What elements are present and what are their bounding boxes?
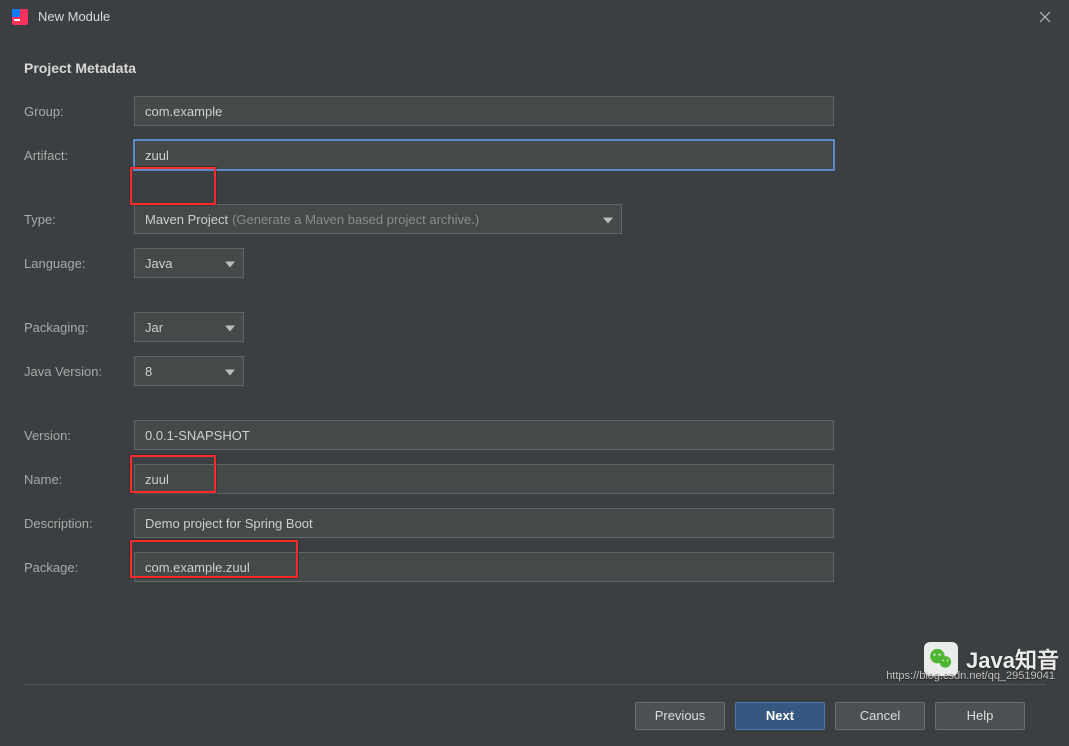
type-hint: (Generate a Maven based project archive.…	[232, 212, 479, 227]
language-select[interactable]: Java	[134, 248, 244, 278]
new-module-dialog: New Module Project Metadata Group: Artif…	[0, 0, 1069, 746]
packaging-select[interactable]: Jar	[134, 312, 244, 342]
window-title: New Module	[38, 9, 110, 24]
version-label: Version:	[24, 428, 134, 443]
package-input[interactable]	[134, 552, 834, 582]
chevron-down-icon	[225, 320, 235, 335]
section-title: Project Metadata	[24, 60, 1045, 76]
language-value: Java	[145, 256, 172, 271]
java-version-label: Java Version:	[24, 364, 134, 379]
version-input[interactable]	[134, 420, 834, 450]
group-input[interactable]	[134, 96, 834, 126]
java-version-value: 8	[145, 364, 152, 379]
watermark: Java知音	[924, 642, 1059, 676]
titlebar: New Module	[0, 0, 1069, 34]
java-version-select[interactable]: 8	[134, 356, 244, 386]
type-label: Type:	[24, 212, 134, 227]
chevron-down-icon	[603, 212, 613, 227]
cancel-button[interactable]: Cancel	[835, 702, 925, 730]
group-label: Group:	[24, 104, 134, 119]
chevron-down-icon	[225, 256, 235, 271]
close-button[interactable]	[1033, 5, 1057, 29]
intellij-icon	[12, 9, 28, 25]
metadata-form: Group: Artifact: Type: Maven Project (Ge…	[24, 96, 1045, 582]
close-icon	[1039, 11, 1051, 23]
type-select[interactable]: Maven Project (Generate a Maven based pr…	[134, 204, 622, 234]
watermark-subtext: https://blog.csdn.net/qq_29519041	[886, 670, 1055, 682]
language-label: Language:	[24, 256, 134, 271]
wechat-icon	[924, 642, 958, 676]
packaging-value: Jar	[145, 320, 163, 335]
artifact-input[interactable]	[134, 140, 834, 170]
previous-button[interactable]: Previous	[635, 702, 725, 730]
package-label: Package:	[24, 560, 134, 575]
dialog-footer: Previous Next Cancel Help	[24, 684, 1045, 746]
next-button[interactable]: Next	[735, 702, 825, 730]
name-label: Name:	[24, 472, 134, 487]
packaging-label: Packaging:	[24, 320, 134, 335]
dialog-content: Project Metadata Group: Artifact: Type: …	[0, 34, 1069, 684]
artifact-label: Artifact:	[24, 148, 134, 163]
chevron-down-icon	[225, 364, 235, 379]
description-label: Description:	[24, 516, 134, 531]
watermark-text: Java知音	[966, 643, 1059, 675]
description-input[interactable]	[134, 508, 834, 538]
help-button[interactable]: Help	[935, 702, 1025, 730]
type-value: Maven Project	[145, 212, 228, 227]
name-input[interactable]	[134, 464, 834, 494]
